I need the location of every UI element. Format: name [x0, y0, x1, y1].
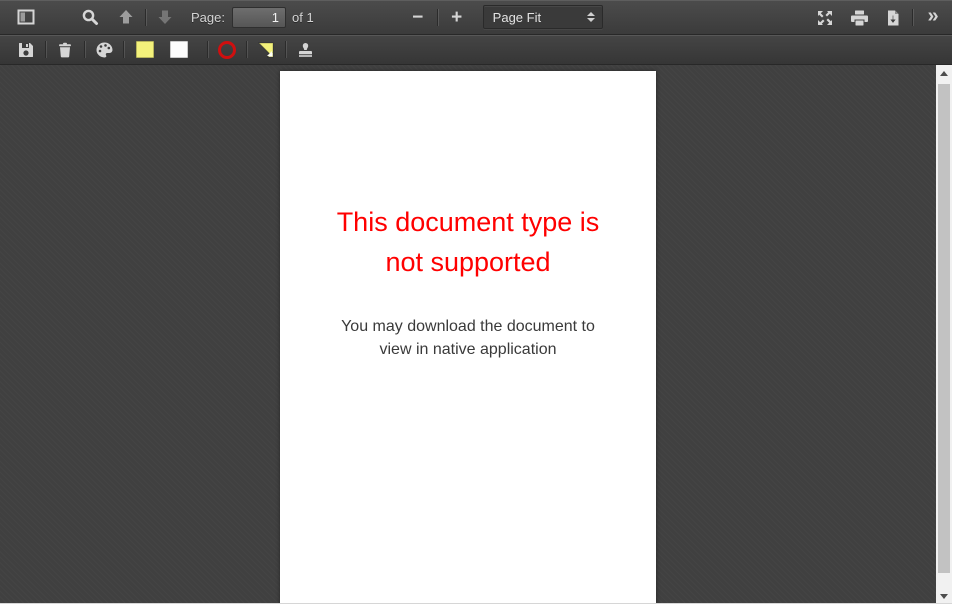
- color-palette-button[interactable]: [90, 37, 118, 62]
- sidebar-toggle-button[interactable]: [12, 5, 40, 30]
- download-button[interactable]: [879, 5, 907, 30]
- scroll-up-button[interactable]: [936, 65, 952, 81]
- circle-annotation-button[interactable]: [213, 37, 241, 62]
- scrollbar-thumb[interactable]: [938, 84, 950, 573]
- yellow-swatch[interactable]: [136, 41, 154, 58]
- next-page-button[interactable]: [151, 5, 179, 30]
- separator: [285, 41, 286, 58]
- zoom-in-button[interactable]: +: [443, 5, 471, 30]
- delete-annotation-button[interactable]: [51, 37, 79, 62]
- zoom-select[interactable]: Page Fit: [482, 5, 603, 29]
- page-count-label: of 1: [291, 9, 314, 25]
- separator: [84, 41, 85, 58]
- separator: [45, 41, 46, 58]
- print-icon: [850, 9, 869, 27]
- save-icon: [17, 41, 35, 59]
- error-title-line2: not supported: [385, 247, 551, 277]
- separator: [207, 41, 208, 58]
- print-button[interactable]: [845, 5, 873, 30]
- error-title-line1: This document type is: [336, 207, 600, 237]
- separator: [123, 41, 124, 58]
- stamp-button[interactable]: [291, 37, 319, 62]
- sticky-note-button[interactable]: [252, 37, 280, 62]
- separator: [912, 9, 913, 26]
- sidebar-toggle-icon: [17, 8, 35, 26]
- document-page: This document type is not supported You …: [280, 71, 656, 603]
- error-subtitle-line1: You may download the document to: [341, 318, 595, 335]
- pdf-viewer: Page: of 1 − + Page Fit: [0, 0, 952, 604]
- search-icon: [81, 8, 99, 26]
- presentation-mode-icon: [816, 9, 834, 27]
- zoom-out-button[interactable]: −: [404, 5, 432, 30]
- sticky-note-icon: [257, 41, 275, 59]
- error-title: This document type is not supported: [280, 71, 656, 282]
- main-toolbar: Page: of 1 − + Page Fit: [0, 0, 952, 35]
- separator: [246, 41, 247, 58]
- scroll-down-icon: [940, 593, 948, 599]
- error-subtitle-line2: view in native application: [379, 341, 557, 358]
- page-down-icon: [156, 8, 174, 26]
- stamp-icon: [296, 41, 315, 59]
- error-subtitle: You may download the document to view in…: [280, 315, 656, 361]
- viewer-area: This document type is not supported You …: [0, 65, 952, 603]
- vertical-scrollbar[interactable]: [936, 65, 952, 603]
- zoom-select-value: Page Fit: [492, 9, 542, 25]
- trash-icon: [56, 41, 74, 59]
- more-tools-button[interactable]: »: [918, 5, 946, 30]
- separator: [145, 8, 146, 26]
- download-icon: [884, 9, 902, 27]
- annotation-toolbar: [0, 35, 952, 65]
- main-toolbar-right-group: »: [811, 0, 946, 35]
- white-swatch[interactable]: [170, 41, 188, 58]
- save-button[interactable]: [12, 37, 40, 62]
- scroll-down-button[interactable]: [936, 588, 952, 603]
- scroll-up-icon: [940, 70, 948, 76]
- red-circle-tool: [218, 40, 236, 59]
- page-up-icon: [117, 8, 135, 26]
- palette-icon: [95, 41, 114, 59]
- presentation-mode-button[interactable]: [811, 5, 839, 30]
- page-number-input[interactable]: [231, 6, 286, 28]
- page-label: Page:: [191, 9, 225, 25]
- select-spinner-icon: [586, 12, 595, 22]
- previous-page-button[interactable]: [112, 5, 140, 30]
- search-button[interactable]: [76, 5, 104, 30]
- separator: [436, 8, 438, 26]
